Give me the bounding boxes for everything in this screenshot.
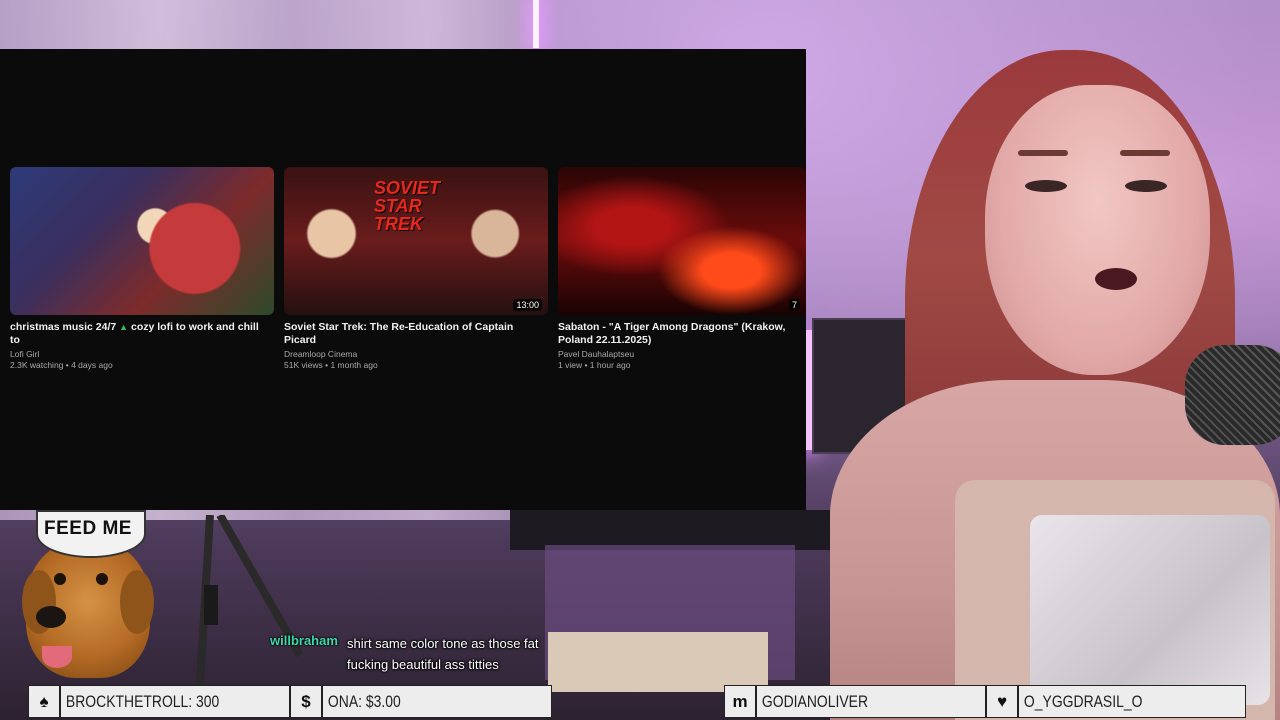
video-card[interactable]: christmas music 24/7 ▲ cozy lofi to work… [10,167,274,370]
alert-text: BROCKTHETROLL: 300 [65,691,220,711]
dog-eye-left [54,573,66,585]
video-title[interactable]: Sabaton - "A Tiger Among Dragons" (Krako… [558,321,808,347]
video-duration: 13:00 [513,299,542,311]
video-meta: 51K views • 1 month ago [284,360,378,370]
alert-text: GODIANOLIVER [761,691,869,711]
plastic-bag [1030,515,1270,705]
alert-bar-top-bits: ♠ BROCKTHETROLL: 300 [28,685,290,718]
streamer-mouth [1095,268,1137,290]
thumbnail-logo-text: SOVIET STAR TREK [374,178,441,234]
streamer-eye-left [1025,180,1067,192]
feed-me-label: FEED ME [44,518,132,539]
streamer-brow-right [1120,150,1170,156]
alert-text: ONA: $3.00 [327,691,401,711]
streamer-brow-left [1018,150,1068,156]
streamer-face [985,85,1210,375]
alert-bar-latest-follower: ♥ O_YGGDRASIL_O [986,685,1246,718]
video-channel[interactable]: Lofi Girl [10,349,274,359]
video-duration: 7 [788,299,800,311]
dog-tongue [42,646,72,668]
video-thumbnail[interactable]: 7 [558,167,806,315]
neon-light [533,0,539,48]
chat-username[interactable]: willbraham [270,633,338,648]
video-thumbnail[interactable]: SOVIET STAR TREK 13:00 [284,167,548,315]
youtube-panel: christmas music 24/7 ▲ cozy lofi to work… [0,49,806,510]
streamer-eye-right [1125,180,1167,192]
dog-nose [36,606,66,628]
heart-icon: ♥ [987,686,1019,717]
m-icon: m [725,686,757,717]
video-channel[interactable]: Dreamloop Cinema [284,349,548,359]
desk [510,510,830,550]
alert-bar-top-donation: $ ONA: $3.00 [290,685,552,718]
alert-bar-latest-member: m GODIANOLIVER [724,685,986,718]
chat-text: shirt same color tone as those fat fucki… [347,636,539,672]
video-card[interactable]: 7 Sabaton - "A Tiger Among Dragons" (Kra… [558,167,822,370]
video-channel[interactable]: Pavel Dauhalaptseu [558,349,822,359]
video-title[interactable]: christmas music 24/7 ▲ cozy lofi to work… [10,321,260,347]
dollar-icon: $ [291,686,323,717]
video-meta: 1 view • 1 hour ago [558,360,631,370]
tripod [196,515,304,685]
spade-icon: ♠ [29,686,61,717]
tree-icon: ▲ [119,322,129,332]
video-thumbnail[interactable] [10,167,274,315]
video-meta: 2.3K watching • 4 days ago [10,360,113,370]
video-title[interactable]: Soviet Star Trek: The Re-Education of Ca… [284,321,534,347]
microphone [1185,345,1280,445]
alert-text: O_YGGDRASIL_O [1023,691,1143,711]
video-card[interactable]: SOVIET STAR TREK 13:00 Soviet Star Trek:… [284,167,548,370]
dog-ear-right [120,570,154,634]
cardboard-box [548,632,768,692]
dog-eye-right [96,573,108,585]
